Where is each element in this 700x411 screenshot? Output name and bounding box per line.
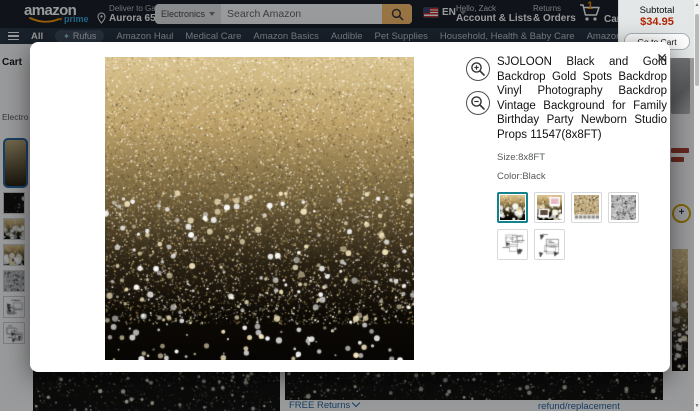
instructions-2-thumbnail-image [537,232,562,257]
image-thumbnail-grid [497,192,657,260]
backdrop-gradient-thumbnail[interactable] [497,192,528,223]
backdrop-collage-thumbnail[interactable] [534,192,565,223]
product-image-large[interactable] [105,57,414,360]
product-title: SJOLOON Black and Gold Backdrop Gold Spo… [497,55,667,143]
scrollbar-thumb[interactable] [695,14,699,86]
close-icon[interactable]: ✕ [651,47,673,69]
scrollbar[interactable]: ▲ ▼ [694,0,700,411]
product-info-column: SJOLOON Black and Gold Backdrop Gold Spo… [497,55,667,260]
zoom-in-button[interactable] [466,57,490,81]
subtotal-value: $34.95 [619,16,695,28]
scroll-up-icon[interactable]: ▲ [694,2,700,8]
backdrop-dense-thumbnail[interactable] [571,192,602,223]
size-label: Size:8x8FT [497,152,667,163]
zoom-out-button[interactable] [466,91,490,115]
instructions-2-thumbnail[interactable] [534,229,565,260]
subtotal-label: Subtotal [619,5,695,16]
color-label: Color:Black [497,171,667,182]
backdrop-gradient-thumbnail-image [500,195,525,220]
backdrop-collage-thumbnail-image [537,195,562,220]
backdrop-bw-thumbnail[interactable] [608,192,639,223]
image-lightbox-modal: SJOLOON Black and Gold Backdrop Gold Spo… [30,42,670,372]
zoom-out-icon [470,95,486,111]
page: amazon prime Deliver to Gavin Aurora 656… [0,0,700,411]
zoom-controls [466,57,490,115]
zoom-in-icon [470,61,486,77]
backdrop-dense-thumbnail-image [574,195,599,220]
instructions-1-thumbnail[interactable] [497,229,528,260]
scroll-down-icon[interactable]: ▼ [694,403,700,409]
instructions-1-thumbnail-image [500,232,525,257]
backdrop-bw-thumbnail-image [611,195,636,220]
